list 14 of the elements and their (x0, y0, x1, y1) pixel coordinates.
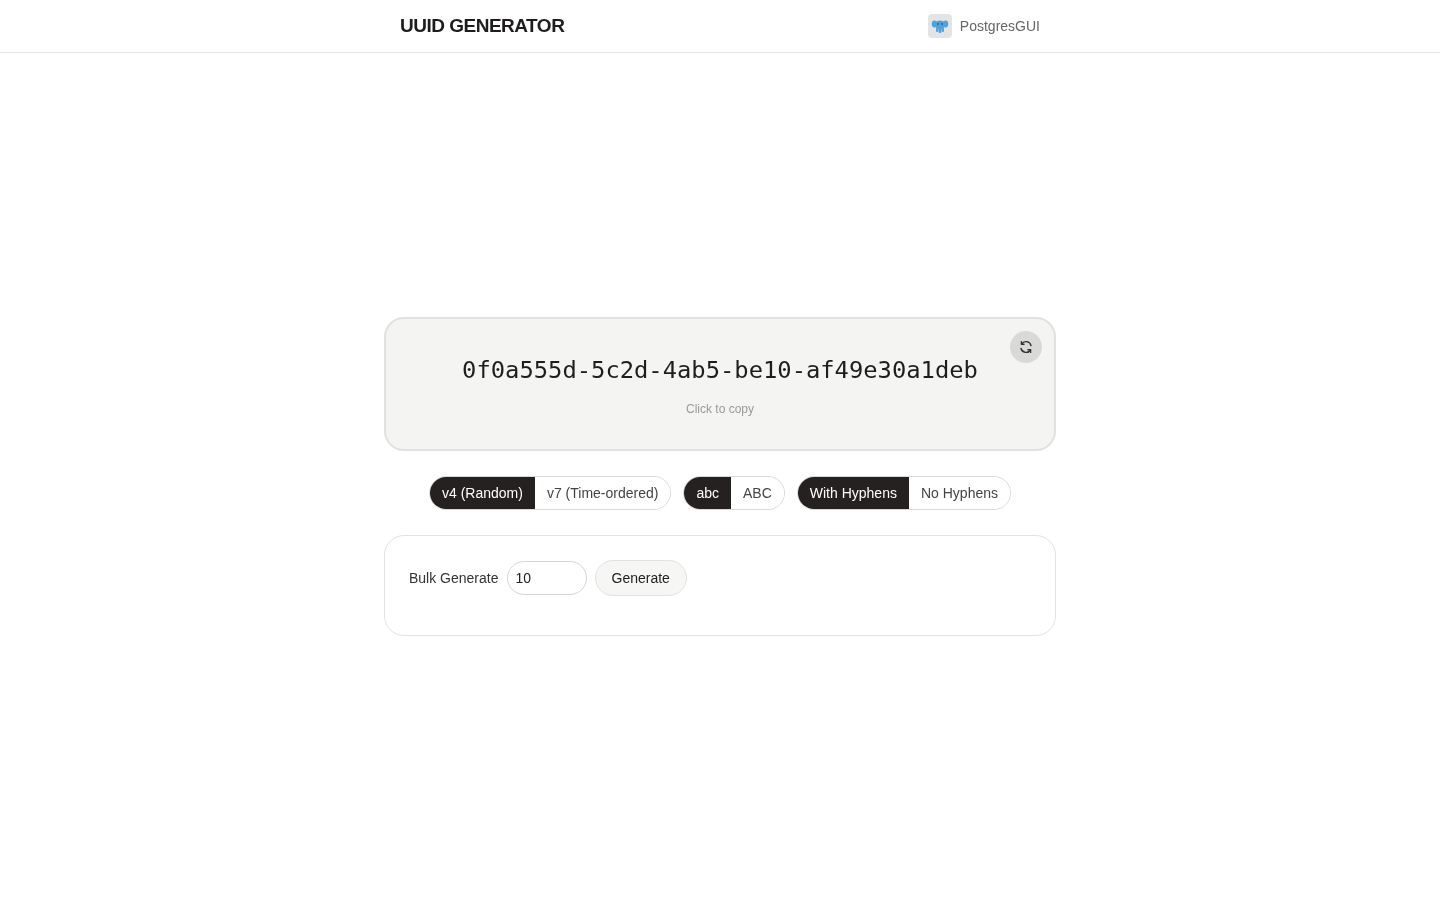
uuid-value: 0f0a555d-5c2d-4ab5-be10-af49e30a1deb (462, 355, 978, 386)
option-tab[interactable]: abc (684, 477, 731, 509)
app-title: UUID GENERATOR (400, 13, 565, 38)
copy-hint: Click to copy (686, 401, 754, 418)
generate-button[interactable]: Generate (594, 560, 687, 596)
postgresgui-link[interactable]: PostgresGUI (927, 14, 1040, 38)
uuid-display-card[interactable]: 0f0a555d-5c2d-4ab5-be10-af49e30a1deb Click to copy (384, 317, 1056, 451)
refresh-icon (1018, 339, 1034, 355)
refresh-button[interactable] (1010, 331, 1042, 363)
bulk-generate-label: Bulk Generate (409, 569, 499, 588)
elephant-icon (927, 14, 952, 38)
option-tab[interactable]: With Hyphens (797, 477, 909, 509)
option-tab[interactable]: v4 (Random) (430, 477, 535, 509)
count-input[interactable]: 10 (506, 561, 587, 595)
